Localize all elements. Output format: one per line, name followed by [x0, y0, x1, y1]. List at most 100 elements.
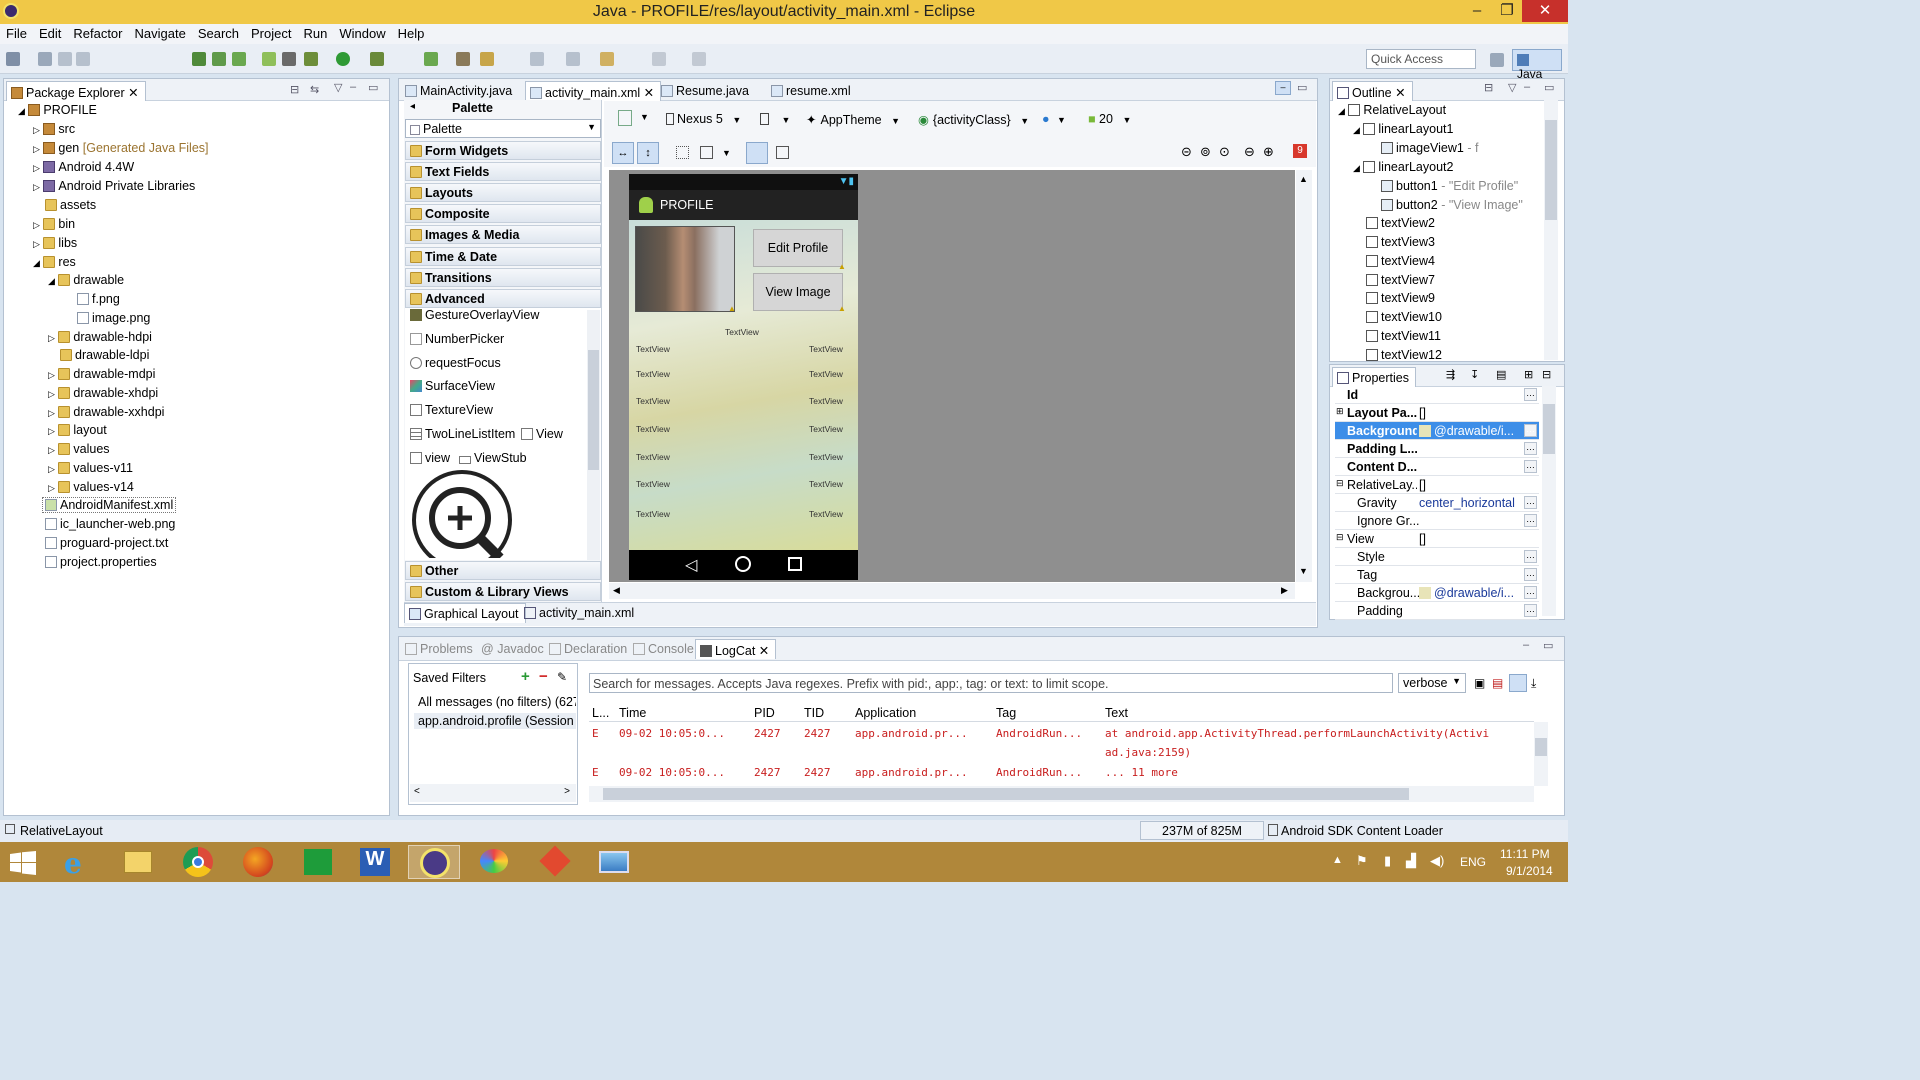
tab-activity-main-xml[interactable]: activity_main.xml ✕ [525, 81, 662, 101]
outline-item[interactable]: ◢ linearLayout2 [1353, 160, 1453, 174]
zoom-100-icon[interactable]: ⊙ [1219, 144, 1230, 160]
tree-item[interactable]: ic_launcher-web.png [45, 517, 175, 531]
zoom-out-icon[interactable]: ⊖ [1244, 144, 1255, 160]
minimize-view-icon[interactable]: – [350, 81, 356, 93]
save-log-icon[interactable]: ▣ [1474, 676, 1485, 690]
filter-icon[interactable]: ⇶ [1446, 368, 1455, 381]
outline-item[interactable]: textView9 [1366, 291, 1435, 305]
property-row[interactable]: Ignore Gr...… [1335, 512, 1539, 530]
palette-item-textureview[interactable]: TextureView [410, 403, 493, 417]
save-all-icon[interactable] [58, 52, 72, 66]
palette-item-view-tag[interactable]: view [410, 451, 450, 465]
textview-value[interactable]: TextView [809, 452, 843, 462]
word-icon[interactable]: W [350, 845, 402, 879]
tree-item[interactable]: proguard-project.txt [45, 536, 168, 550]
new-android-project-icon[interactable] [262, 52, 276, 66]
palette-scrollbar[interactable] [587, 310, 600, 560]
tab-problems[interactable]: Problems [401, 639, 479, 659]
textview-label[interactable]: TextView [636, 424, 670, 434]
gravity-icon[interactable] [700, 146, 713, 159]
link-editor-icon[interactable]: ⇆ [310, 83, 319, 96]
api-level-dropdown[interactable]: ■ 20 ▼ [1088, 112, 1131, 126]
more-button[interactable]: … [1524, 442, 1537, 455]
property-row[interactable]: Padding L...… [1335, 440, 1539, 458]
property-row[interactable]: ⊟ RelativeLay...[] [1335, 476, 1539, 494]
lint-warnings-icon[interactable]: 9 [1293, 144, 1307, 158]
save-icon[interactable] [38, 52, 52, 66]
tab-declaration[interactable]: Declaration [545, 639, 633, 659]
palette-category-custom-library-views[interactable]: Custom & Library Views [405, 582, 601, 601]
heap-status[interactable]: 237M of 825M [1140, 821, 1264, 840]
minimize-view-icon[interactable]: – [1523, 639, 1529, 651]
more-button[interactable]: … [1524, 568, 1537, 581]
open-type-icon[interactable] [456, 52, 470, 66]
tree-item[interactable]: ▷ drawable-xhdpi [48, 386, 158, 400]
quick-access-input[interactable]: Quick Access [1366, 49, 1476, 69]
tree-item[interactable]: ▷ drawable-xxhdpi [48, 405, 164, 419]
outline-item[interactable]: button1 - "Edit Profile" [1381, 179, 1518, 193]
show-bounds-icon[interactable] [746, 142, 768, 164]
theme-dropdown[interactable]: ✦ AppTheme ▼ [806, 112, 900, 127]
property-row[interactable]: Content D...… [1335, 458, 1539, 476]
close-icon[interactable]: ✕ [1395, 86, 1405, 100]
outline-item-relativelayout[interactable]: ◢ RelativeLayout [1338, 103, 1446, 117]
tree-item[interactable]: ▷ values-v11 [48, 461, 133, 475]
edit-profile-button[interactable]: Edit Profile [753, 229, 843, 267]
more-button[interactable]: … [1524, 496, 1537, 509]
maximize-button[interactable]: ❐ [1492, 0, 1522, 22]
trash-icon[interactable] [1268, 824, 1278, 836]
close-icon[interactable]: ✕ [644, 86, 654, 100]
more-button[interactable]: … [1524, 460, 1537, 473]
palette-item-view[interactable]: View [521, 427, 563, 441]
windows-start-icon[interactable] [10, 851, 36, 875]
toggle-fill-height-icon[interactable]: ↕ [637, 142, 659, 164]
property-row[interactable]: Padding… [1335, 602, 1539, 620]
properties-scrollbar[interactable] [1542, 386, 1556, 616]
col-level[interactable]: L... [592, 706, 609, 720]
tab-logcat[interactable]: LogCat ✕ [695, 639, 777, 659]
edit-filter-icon[interactable]: ✎ [557, 670, 567, 684]
maximize-view-icon[interactable]: ▭ [368, 81, 378, 94]
palette-item-viewstub[interactable]: ViewStub [459, 451, 527, 465]
property-row[interactable]: Gravity center_horizontal… [1335, 494, 1539, 512]
menu-project[interactable]: Project [245, 24, 297, 41]
palette-item-twolinelistitem[interactable]: TwoLineListItem [410, 427, 515, 441]
textview-value[interactable]: TextView [809, 369, 843, 379]
tree-item[interactable]: ▷ libs [33, 236, 77, 250]
palette-category-images-media[interactable]: Images & Media [405, 225, 601, 244]
tree-item[interactable]: ▷ bin [33, 217, 75, 231]
collapse-all-icon[interactable]: ⊟ [290, 83, 299, 96]
menu-file[interactable]: File [0, 24, 33, 41]
tree-item[interactable]: assets [45, 198, 96, 212]
firefox-icon[interactable] [232, 845, 284, 879]
outline-item[interactable]: textView11 [1366, 329, 1441, 343]
margin-icon[interactable] [676, 146, 689, 159]
photo-viewer-icon[interactable] [588, 845, 640, 879]
windows-store-icon[interactable] [292, 845, 344, 879]
menu-run[interactable]: Run [297, 24, 333, 41]
logcat-vscroll[interactable] [1534, 722, 1548, 786]
tree-item[interactable]: ▷ Android Private Libraries [33, 179, 195, 193]
minimize-view-icon[interactable]: – [1524, 81, 1530, 93]
paint-icon[interactable] [468, 845, 520, 879]
textview-label[interactable]: TextView [636, 344, 670, 354]
textview-value[interactable]: TextView [809, 479, 843, 489]
palette-category-layouts[interactable]: Layouts [405, 183, 601, 202]
prev-annotation-icon[interactable] [566, 52, 580, 66]
eclipse-taskbar-icon[interactable] [408, 845, 460, 879]
lint-icon[interactable] [232, 52, 246, 66]
tray-expand-icon[interactable]: ▲ [1332, 854, 1343, 866]
property-row-id[interactable]: Id… [1335, 386, 1539, 404]
textview-value[interactable]: TextView [809, 396, 843, 406]
col-tag[interactable]: Tag [996, 706, 1016, 720]
zoom-fit-icon[interactable]: ⊚ [1200, 144, 1211, 160]
tree-item[interactable]: f.png [77, 292, 120, 306]
textview-label[interactable]: TextView [636, 369, 670, 379]
menu-window[interactable]: Window [333, 24, 391, 41]
tree-item[interactable]: project.properties [45, 555, 157, 569]
more-button[interactable]: … [1524, 550, 1537, 563]
open-perspective-icon[interactable] [1490, 53, 1504, 67]
collapse-all-icon[interactable]: ⊟ [1542, 368, 1551, 381]
outline-item[interactable]: textView3 [1366, 235, 1435, 249]
tab-xml-source[interactable]: activity_main.xml [520, 603, 640, 623]
